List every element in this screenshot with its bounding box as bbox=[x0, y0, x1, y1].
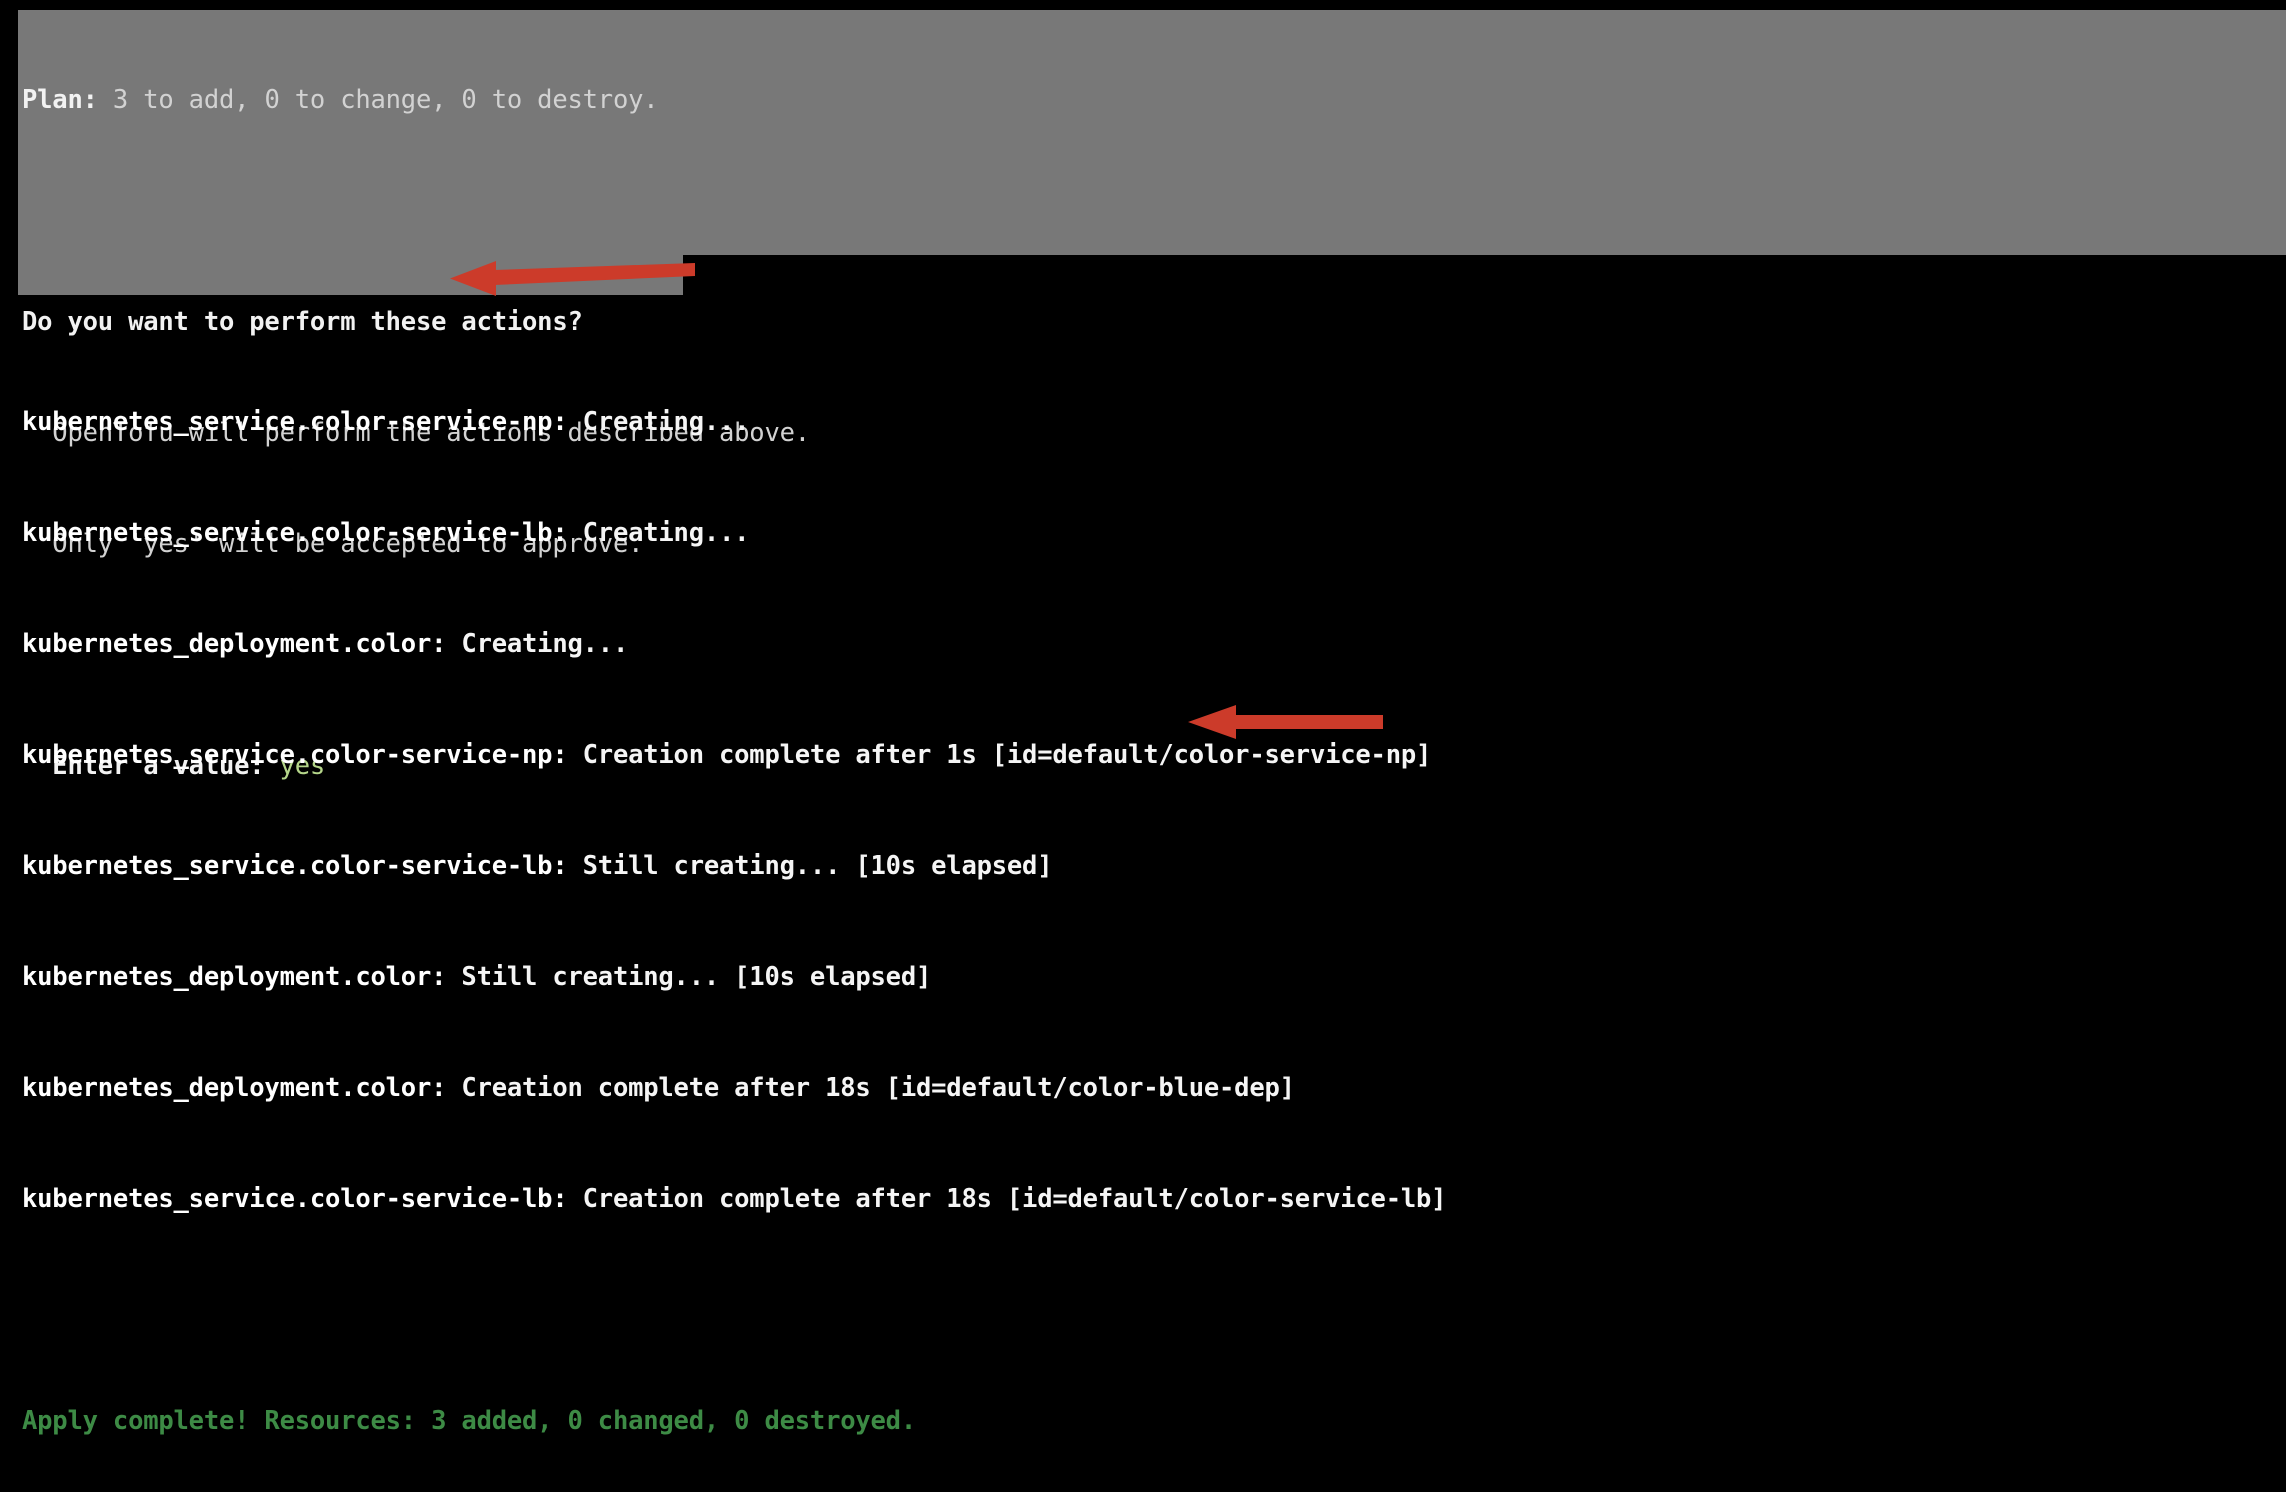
log-message: Creation complete after 18s [id=default/… bbox=[446, 1073, 1295, 1103]
log-line: kubernetes_service.color-service-lb: Sti… bbox=[22, 848, 1446, 885]
log-message: Creating... bbox=[446, 629, 629, 659]
log-message: Creation complete after 1s [id=default/c… bbox=[567, 740, 1432, 770]
terminal-window[interactable]: Plan: 3 to add, 0 to change, 0 to destro… bbox=[0, 0, 2286, 1436]
log-line: kubernetes_service.color-service-lb: Cre… bbox=[22, 515, 1446, 552]
plan-summary-line: Plan: 3 to add, 0 to change, 0 to destro… bbox=[22, 82, 810, 119]
log-line: kubernetes_deployment.color: Creation co… bbox=[22, 1070, 1446, 1107]
log-resource-name: kubernetes_service.color-service-lb: bbox=[22, 851, 568, 881]
log-resource-name: kubernetes_deployment.color: bbox=[22, 629, 447, 659]
log-resource-name: kubernetes_service.color-service-np: bbox=[22, 407, 568, 437]
log-line: kubernetes_service.color-service-np: Cre… bbox=[22, 737, 1446, 774]
log-line: kubernetes_deployment.color: Creating... bbox=[22, 626, 1446, 663]
log-resource-name: kubernetes_service.color-service-lb: bbox=[22, 1184, 568, 1214]
log-line: kubernetes_service.color-service-lb: Cre… bbox=[22, 1181, 1447, 1218]
apply-log-block: kubernetes_service.color-service-np: Cre… bbox=[22, 330, 1447, 1492]
log-line: kubernetes_deployment.color: Still creat… bbox=[22, 959, 1446, 996]
apply-complete-text: Apply complete! Resources: 3 added, 0 ch… bbox=[22, 1406, 916, 1436]
log-message: Creating... bbox=[567, 407, 750, 437]
log-line: kubernetes_service.color-service-np: Cre… bbox=[22, 404, 1446, 441]
log-message: Still creating... [10s elapsed] bbox=[446, 962, 932, 992]
log-resource-name: kubernetes_deployment.color: bbox=[22, 1073, 447, 1103]
plan-summary-text: 3 to add, 0 to change, 0 to destroy. bbox=[97, 85, 659, 115]
log-message: Creating... bbox=[567, 518, 750, 548]
plan-label: Plan: bbox=[22, 85, 98, 115]
apply-complete-line: Apply complete! Resources: 3 added, 0 ch… bbox=[22, 1403, 1446, 1440]
log-resource-name: kubernetes_deployment.color: bbox=[22, 962, 447, 992]
spacer-line-1 bbox=[22, 193, 810, 230]
log-message: Still creating... [10s elapsed] bbox=[567, 851, 1053, 881]
log-resource-name: kubernetes_service.color-service-lb: bbox=[22, 518, 568, 548]
log-message: Creation complete after 18s [id=default/… bbox=[567, 1184, 1447, 1214]
spacer-line-3 bbox=[22, 1292, 1446, 1329]
clipped-bottom-line: Outputs: bbox=[22, 733, 204, 746]
